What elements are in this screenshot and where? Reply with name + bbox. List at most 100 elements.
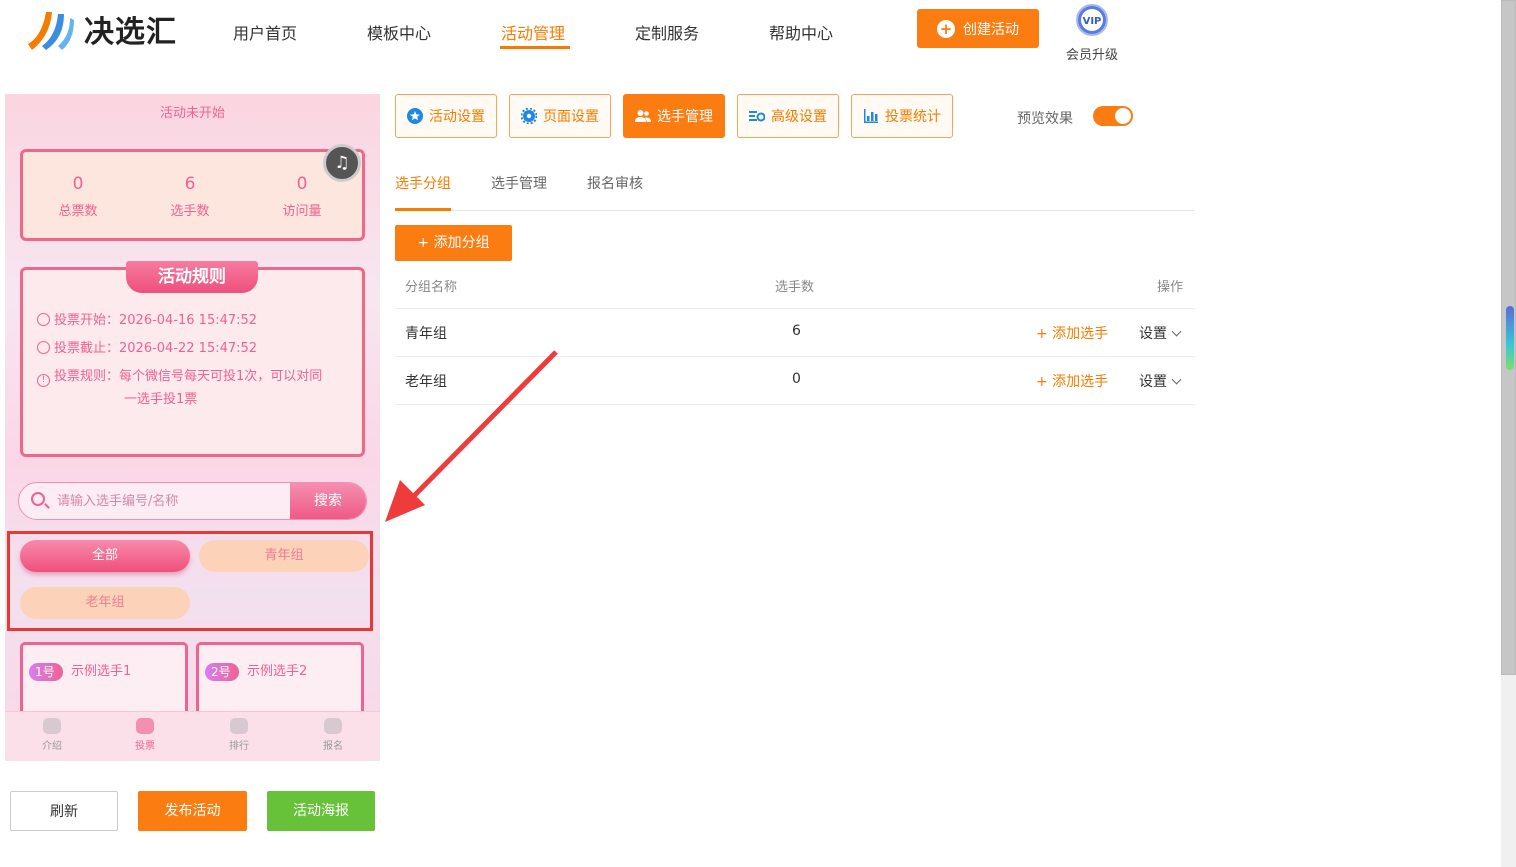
vip-badge-icon: VIP	[1076, 4, 1108, 36]
search-input[interactable]	[57, 483, 287, 519]
stat-value: 0	[72, 174, 84, 194]
settings-label: 设置	[1139, 326, 1167, 342]
contestant-name: 示例选手2	[247, 664, 308, 679]
stats-box: 0 总票数 6 选手数 0 访问量	[20, 149, 365, 241]
group-settings-dropdown[interactable]: 设置	[1139, 371, 1182, 391]
publish-activity-button[interactable]: 发布活动	[138, 791, 247, 831]
gear-icon	[521, 108, 537, 124]
nav-templates[interactable]: 模板中心	[367, 20, 431, 44]
tab-activity-settings[interactable]: 活动设置	[395, 94, 497, 138]
stat-label: 访问量	[282, 204, 322, 219]
create-activity-label: 创建活动	[963, 21, 1019, 38]
tab-label: 报名	[323, 741, 343, 752]
clock-icon	[37, 341, 50, 354]
add-contestant-link[interactable]: + 添加选手	[1036, 323, 1108, 343]
tab-label: 选手管理	[657, 109, 713, 125]
stat-total-votes: 0 总票数	[23, 174, 133, 219]
search-button[interactable]: 搜索	[290, 483, 366, 519]
bar-chart-icon	[864, 109, 878, 123]
phone-tabbar: 介绍 投票 排行 报名	[5, 711, 380, 761]
nav-help[interactable]: 帮助中心	[769, 20, 833, 44]
stat-label: 总票数	[58, 204, 98, 219]
tab-advanced-settings[interactable]: 高级设置	[737, 94, 839, 138]
info-icon: !	[37, 374, 50, 387]
logo-text: 决选汇	[84, 15, 177, 50]
intro-icon	[43, 718, 61, 734]
create-activity-button[interactable]: + 创建活动	[917, 9, 1039, 48]
stat-label: 选手数	[170, 204, 210, 219]
tab-signup[interactable]: 报名	[308, 718, 358, 752]
rule-policy-continued: 一选手投1票	[124, 392, 198, 407]
phone-preview: 活动未开始 0 总票数 6 选手数 0 访问量 ♫ 活动规则 投票开始：2026…	[5, 94, 380, 761]
nav-activity-management[interactable]: 活动管理	[501, 20, 565, 44]
column-header-actions: 操作	[1157, 280, 1184, 295]
group-name-cell: 青年组	[405, 326, 447, 342]
column-header-contestant-count: 选手数	[775, 280, 815, 295]
tab-vote-statistics[interactable]: 投票统计	[851, 94, 953, 138]
tab-label: 排行	[229, 741, 249, 752]
tab-contestant-management[interactable]: 选手管理	[623, 94, 725, 138]
rule-start-text: 投票开始：2026-04-16 15:47:52	[54, 313, 258, 328]
page: 决选汇 用户首页 模板中心 活动管理 定制服务 帮助中心 + 创建活动 VIP …	[0, 0, 1516, 867]
tab-intro[interactable]: 介绍	[27, 718, 77, 752]
tab-vote[interactable]: 投票	[120, 718, 170, 752]
plus-circle-icon: +	[937, 19, 955, 38]
vip-upgrade[interactable]: VIP 会员升级	[1062, 4, 1122, 63]
vip-badge-text: VIP	[1083, 16, 1102, 27]
column-header-group-name: 分组名称	[405, 280, 458, 295]
table-divider	[395, 356, 1195, 357]
tab-ranking[interactable]: 排行	[214, 718, 264, 752]
activity-poster-button[interactable]: 活动海报	[267, 791, 375, 831]
subtab-signup-review[interactable]: 报名审核	[587, 173, 643, 193]
contestant-count-cell: 0	[792, 371, 801, 387]
contestant-number-badge: 2号	[205, 663, 239, 681]
tab-label: 活动设置	[429, 109, 485, 125]
sliders-icon	[749, 111, 765, 122]
music-icon[interactable]: ♫	[323, 144, 361, 182]
group-pill-youth[interactable]: 青年组	[199, 540, 369, 572]
settings-label: 设置	[1139, 374, 1167, 390]
group-pill-senior[interactable]: 老年组	[20, 587, 190, 619]
rules-box	[20, 267, 365, 457]
tab-label: 投票	[135, 741, 155, 752]
stat-value: 6	[184, 174, 196, 194]
add-contestant-link[interactable]: + 添加选手	[1036, 371, 1108, 391]
contestant-card[interactable]: 2号 示例选手2	[196, 642, 364, 722]
nav-home[interactable]: 用户首页	[233, 20, 297, 44]
vip-label: 会员升级	[1065, 48, 1118, 63]
vote-icon	[136, 718, 154, 734]
contestant-number-badge: 1号	[29, 663, 63, 681]
rule-end-text: 投票截止：2026-04-22 15:47:52	[54, 341, 258, 356]
search-icon	[31, 492, 45, 506]
contestant-name: 示例选手1	[71, 664, 132, 679]
nav-custom-service[interactable]: 定制服务	[635, 20, 699, 44]
preview-toggle[interactable]	[1093, 106, 1133, 126]
stat-contestants: 6 选手数	[135, 174, 245, 219]
subtab-contestant-groups[interactable]: 选手分组	[395, 173, 451, 193]
tab-label: 介绍	[42, 741, 62, 752]
nav-active-underline	[500, 46, 570, 49]
signup-icon	[324, 718, 342, 734]
contestant-card[interactable]: 1号 示例选手1	[20, 642, 188, 722]
search-bar: 搜索	[18, 482, 367, 520]
star-icon	[407, 108, 423, 124]
add-group-button[interactable]: + 添加分组	[395, 225, 512, 261]
clock-icon	[37, 313, 50, 326]
rule-policy: ! 投票规则：每个微信号每天可投1次，可以对同 一选手投1票	[37, 365, 353, 411]
group-pill-all[interactable]: 全部	[20, 540, 190, 572]
table-divider	[395, 308, 1195, 309]
side-indicator	[1506, 306, 1514, 370]
rule-start: 投票开始：2026-04-16 15:47:52	[37, 309, 353, 332]
logo[interactable]: 决选汇	[24, 6, 177, 52]
tab-label: 投票统计	[885, 109, 941, 125]
logo-icon	[28, 12, 74, 50]
group-name-cell: 老年组	[405, 374, 447, 390]
ranking-icon	[230, 718, 248, 734]
refresh-button[interactable]: 刷新	[10, 791, 118, 831]
group-filter-highlight: 全部 青年组 老年组	[7, 531, 373, 631]
chevron-down-icon	[1171, 374, 1182, 385]
contestant-count-cell: 6	[792, 323, 801, 339]
group-settings-dropdown[interactable]: 设置	[1139, 323, 1182, 343]
tab-page-settings[interactable]: 页面设置	[509, 94, 611, 138]
subtab-contestant-management[interactable]: 选手管理	[491, 173, 547, 193]
